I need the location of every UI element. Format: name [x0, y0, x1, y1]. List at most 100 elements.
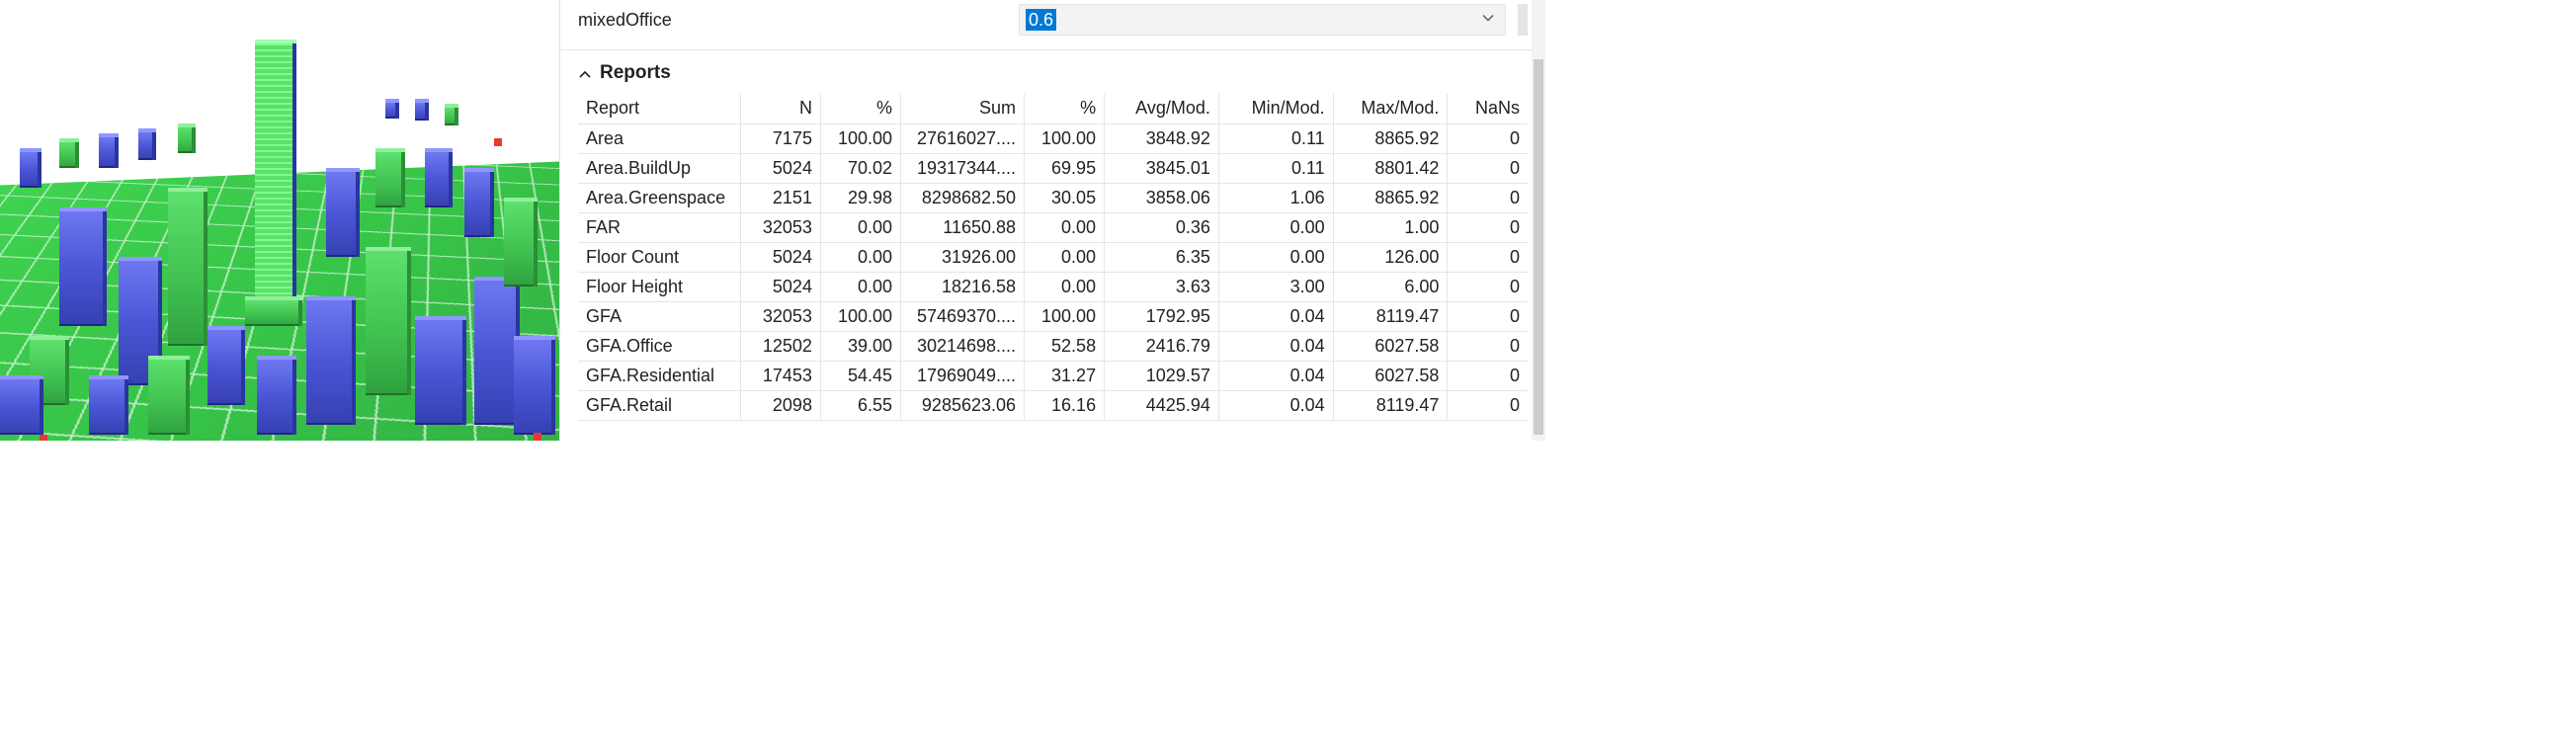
cell-avg: 4425.94	[1105, 390, 1219, 420]
col-n[interactable]: N	[740, 94, 820, 123]
cell-sum: 18216.58	[901, 272, 1025, 301]
building	[375, 148, 405, 207]
cell-max: 1.00	[1333, 212, 1448, 242]
cell-p2: 100.00	[1025, 123, 1105, 153]
cell-n: 32053	[740, 301, 820, 331]
building	[306, 296, 356, 425]
attribute-value-dropdown[interactable]: 0.6	[1019, 4, 1506, 36]
col-pct1[interactable]: %	[820, 94, 900, 123]
cell-p1: 39.00	[820, 331, 900, 361]
table-row[interactable]: Area7175100.0027616027....100.003848.920…	[578, 123, 1528, 153]
building	[514, 336, 555, 435]
viewport-3d[interactable]	[0, 0, 559, 441]
table-row[interactable]: Floor Count50240.0031926.000.006.350.001…	[578, 242, 1528, 272]
cell-sum: 9285623.06	[901, 390, 1025, 420]
cell-avg: 3858.06	[1105, 183, 1219, 212]
table-row[interactable]: Floor Height50240.0018216.580.003.633.00…	[578, 272, 1528, 301]
cell-sum: 19317344....	[901, 153, 1025, 183]
marker	[40, 435, 47, 441]
table-row[interactable]: Area.Greenspace215129.988298682.5030.053…	[578, 183, 1528, 212]
cell-p1: 100.00	[820, 301, 900, 331]
cell-nan: 0	[1448, 361, 1528, 390]
cell-n: 7175	[740, 123, 820, 153]
cell-nan: 0	[1448, 242, 1528, 272]
scrollbar-thumb[interactable]	[1534, 59, 1543, 435]
col-avg[interactable]: Avg/Mod.	[1105, 94, 1219, 123]
attribute-slider-handle[interactable]	[1518, 4, 1528, 36]
attribute-label: mixedOffice	[578, 10, 1007, 31]
cell-report: GFA.Office	[578, 331, 740, 361]
reports-table: Report N % Sum % Avg/Mod. Min/Mod. Max/M…	[578, 94, 1528, 421]
cell-p1: 29.98	[820, 183, 900, 212]
vertical-scrollbar[interactable]	[1532, 0, 1545, 441]
building	[366, 247, 411, 395]
cell-p2: 52.58	[1025, 331, 1105, 361]
table-row[interactable]: Area.BuildUp502470.0219317344....69.9538…	[578, 153, 1528, 183]
col-max[interactable]: Max/Mod.	[1333, 94, 1448, 123]
attribute-value: 0.6	[1026, 9, 1056, 31]
table-row[interactable]: FAR320530.0011650.880.000.360.001.000	[578, 212, 1528, 242]
cell-max: 126.00	[1333, 242, 1448, 272]
table-row[interactable]: GFA32053100.0057469370....100.001792.950…	[578, 301, 1528, 331]
building	[148, 356, 190, 435]
building	[89, 375, 128, 435]
cell-n: 5024	[740, 242, 820, 272]
col-min[interactable]: Min/Mod.	[1218, 94, 1333, 123]
cell-p2: 100.00	[1025, 301, 1105, 331]
table-row[interactable]: GFA.Retail20986.559285623.0616.164425.94…	[578, 390, 1528, 420]
chevron-up-icon	[578, 66, 592, 80]
building	[385, 99, 399, 119]
cell-report: GFA.Retail	[578, 390, 740, 420]
cell-nan: 0	[1448, 153, 1528, 183]
cell-max: 6027.58	[1333, 331, 1448, 361]
cell-nan: 0	[1448, 212, 1528, 242]
cell-avg: 3.63	[1105, 272, 1219, 301]
reports-section: Reports Report N % Sum % Avg/Mod. Min/Mo…	[560, 49, 1545, 421]
cell-p1: 0.00	[820, 212, 900, 242]
cell-sum: 57469370....	[901, 301, 1025, 331]
cell-min: 0.04	[1218, 331, 1333, 361]
cell-report: Area.BuildUp	[578, 153, 740, 183]
building	[504, 198, 538, 287]
reports-toggle[interactable]: Reports	[578, 56, 1528, 94]
cell-avg: 3848.92	[1105, 123, 1219, 153]
cell-avg: 6.35	[1105, 242, 1219, 272]
col-pct2[interactable]: %	[1025, 94, 1105, 123]
col-sum[interactable]: Sum	[901, 94, 1025, 123]
cell-max: 8119.47	[1333, 390, 1448, 420]
cell-min: 0.04	[1218, 301, 1333, 331]
building	[255, 40, 296, 306]
cell-avg: 1792.95	[1105, 301, 1219, 331]
attribute-row: mixedOffice 0.6	[560, 0, 1545, 43]
marker	[534, 433, 541, 441]
col-nan[interactable]: NaNs	[1448, 94, 1528, 123]
building	[415, 316, 466, 425]
table-header-row: Report N % Sum % Avg/Mod. Min/Mod. Max/M…	[578, 94, 1528, 123]
cell-nan: 0	[1448, 390, 1528, 420]
cell-avg: 3845.01	[1105, 153, 1219, 183]
cell-sum: 31926.00	[901, 242, 1025, 272]
cell-sum: 27616027....	[901, 123, 1025, 153]
cell-min: 0.11	[1218, 123, 1333, 153]
cell-p1: 0.00	[820, 242, 900, 272]
cell-max: 6.00	[1333, 272, 1448, 301]
cell-min: 0.11	[1218, 153, 1333, 183]
cell-p1: 54.45	[820, 361, 900, 390]
col-report[interactable]: Report	[578, 94, 740, 123]
cell-p1: 0.00	[820, 272, 900, 301]
cell-sum: 8298682.50	[901, 183, 1025, 212]
cell-p1: 6.55	[820, 390, 900, 420]
cell-n: 5024	[740, 272, 820, 301]
table-row[interactable]: GFA.Residential1745354.4517969049....31.…	[578, 361, 1528, 390]
cell-min: 3.00	[1218, 272, 1333, 301]
reports-title: Reports	[600, 62, 671, 84]
cell-min: 0.04	[1218, 361, 1333, 390]
building	[445, 104, 458, 125]
building	[208, 326, 245, 405]
cell-report: Floor Count	[578, 242, 740, 272]
cell-n: 32053	[740, 212, 820, 242]
table-row[interactable]: GFA.Office1250239.0030214698....52.58241…	[578, 331, 1528, 361]
cell-n: 5024	[740, 153, 820, 183]
building	[415, 99, 429, 121]
cell-avg: 1029.57	[1105, 361, 1219, 390]
